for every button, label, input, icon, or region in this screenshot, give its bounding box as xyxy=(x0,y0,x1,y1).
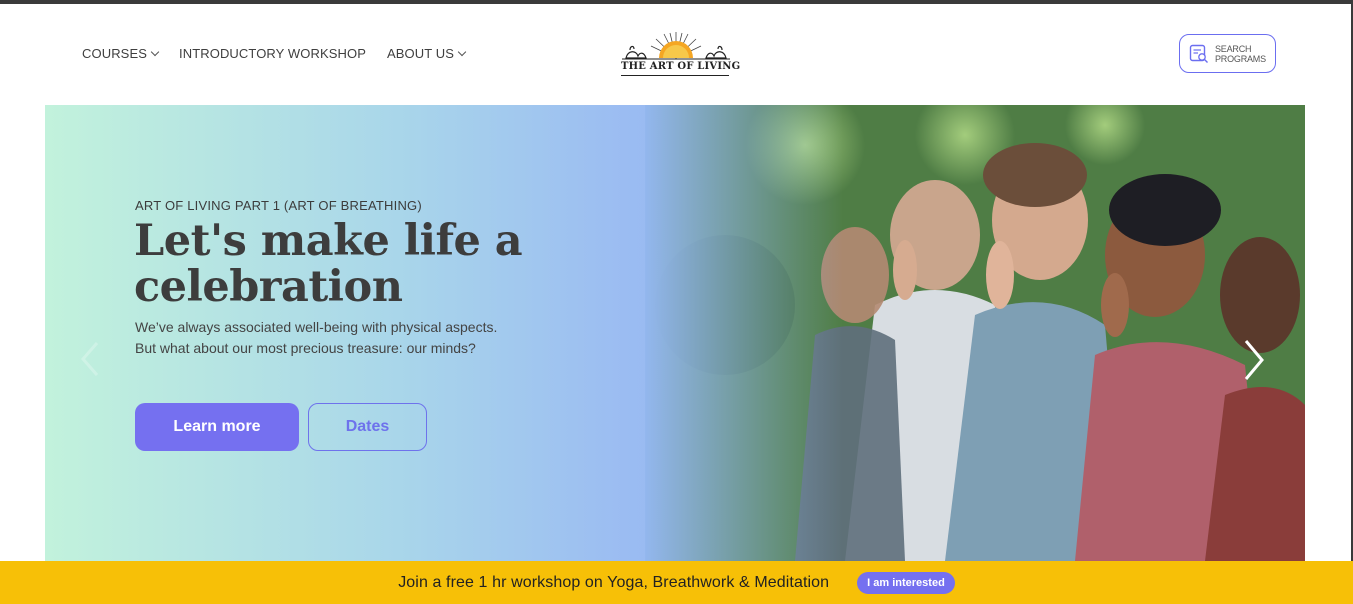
logo-text: THE ART OF LIVING xyxy=(621,61,741,72)
learn-more-button[interactable]: Learn more xyxy=(135,403,299,451)
search-list-icon xyxy=(1189,44,1208,63)
dates-button[interactable]: Dates xyxy=(308,403,427,451)
window-top-border xyxy=(0,0,1353,4)
chevron-down-icon xyxy=(150,47,160,56)
chevron-down-icon xyxy=(457,47,467,56)
banner-text: Join a free 1 hr workshop on Yoga, Breat… xyxy=(398,573,830,591)
meditation-group-photo xyxy=(645,105,1305,561)
search-programs-button[interactable]: SEARCH PROGRAMS xyxy=(1179,34,1276,73)
art-of-living-logo[interactable]: THE ART OF LIVING xyxy=(616,30,740,78)
i-am-interested-button[interactable]: I am interested xyxy=(857,571,955,594)
sun-swans-icon xyxy=(622,32,730,60)
nav-item-label: INTRODUCTORY WORKSHOP xyxy=(179,46,367,61)
hero-carousel: ART OF LIVING PART 1 (ART OF BREATHING) … xyxy=(45,105,1305,561)
nav-item-courses[interactable]: COURSES xyxy=(82,46,160,61)
main-nav: COURSES INTRODUCTORY WORKSHOP ABOUT US xyxy=(82,46,486,61)
hero-headline: Let's make life a celebration xyxy=(134,216,523,312)
nav-item-introductory-workshop[interactable]: INTRODUCTORY WORKSHOP xyxy=(179,46,366,61)
hero-kicker: ART OF LIVING PART 1 (ART OF BREATHING) xyxy=(135,198,422,213)
nav-item-about-us[interactable]: ABOUT US xyxy=(387,46,467,61)
chevron-left-icon[interactable] xyxy=(81,341,99,377)
hero-description: We’ve always associated well-being with … xyxy=(135,319,498,356)
search-programs-label: SEARCH PROGRAMS xyxy=(1215,43,1266,64)
logo-underline xyxy=(621,75,729,76)
nav-item-label: COURSES xyxy=(82,46,147,61)
nav-item-label: ABOUT US xyxy=(387,46,455,61)
workshop-banner: Join a free 1 hr workshop on Yoga, Breat… xyxy=(0,561,1353,604)
chevron-right-icon[interactable] xyxy=(1243,338,1265,382)
